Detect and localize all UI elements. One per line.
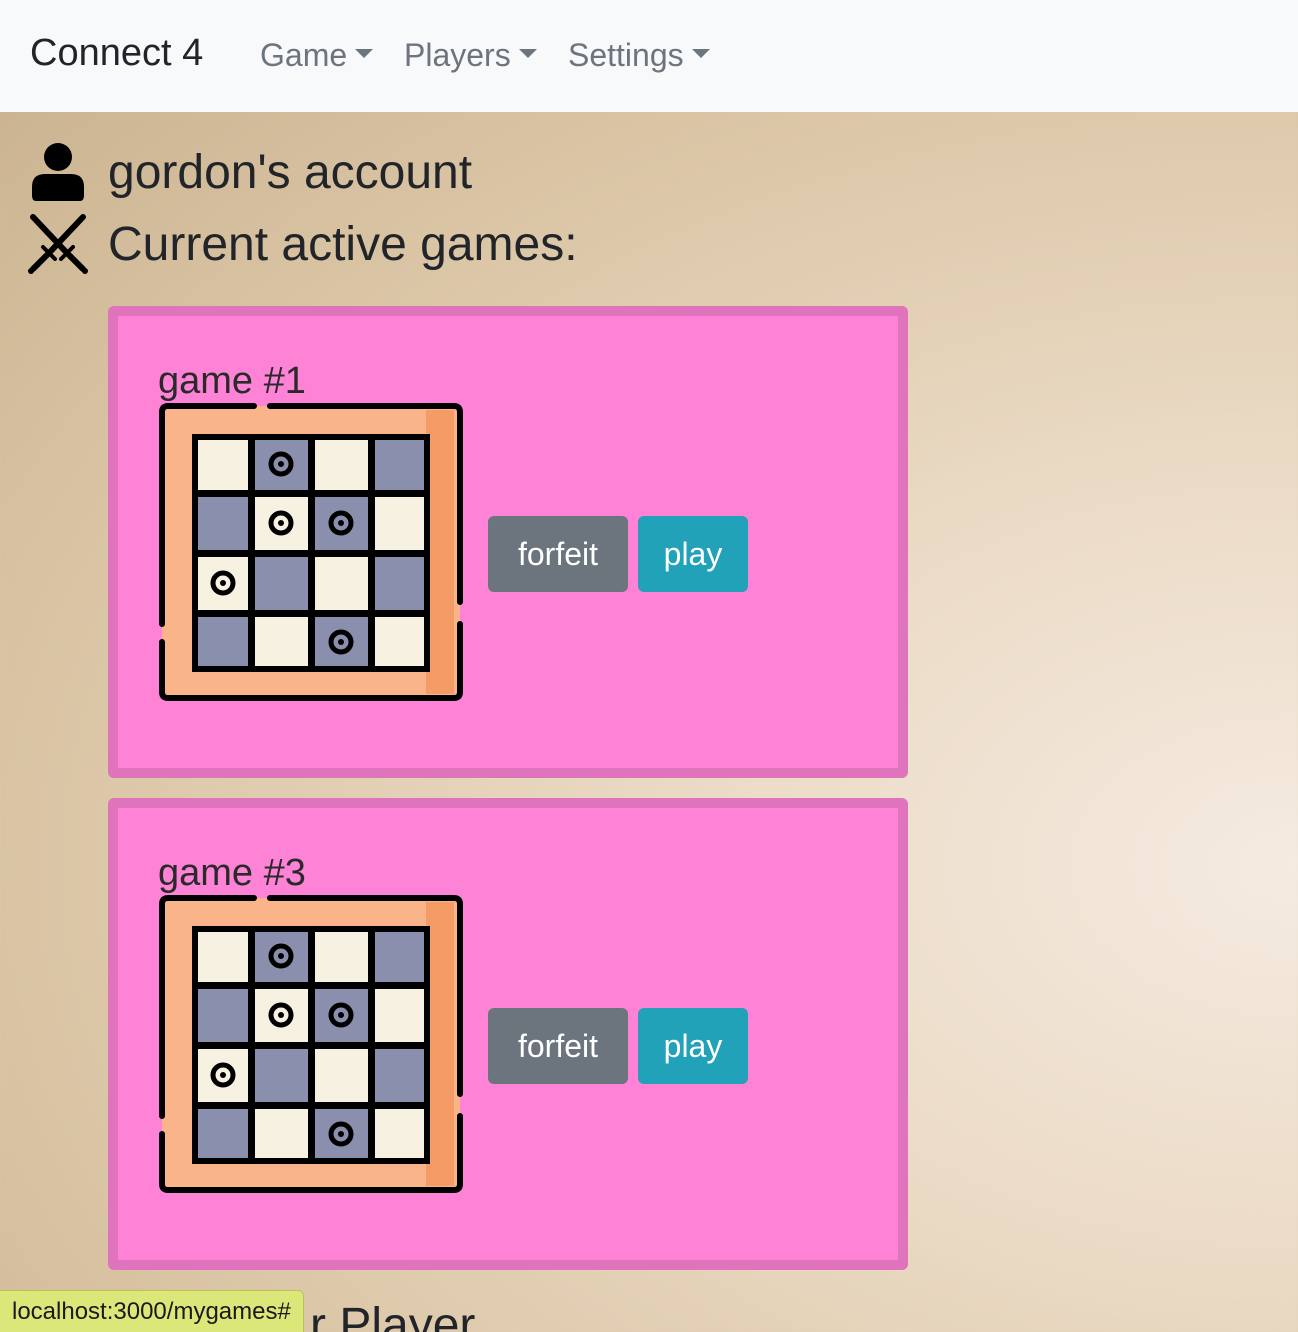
play-button[interactable]: play — [638, 1008, 748, 1084]
forfeit-button[interactable]: forfeit — [488, 1008, 628, 1084]
caret-down-icon — [518, 49, 537, 58]
user-icon — [26, 140, 90, 204]
game-title: game #3 — [158, 852, 306, 894]
nav-dropdown-settings[interactable]: Settings — [568, 37, 710, 74]
game-card: game #3 forfeit play — [108, 798, 908, 1270]
nav-dropdown-game[interactable]: Game — [260, 37, 374, 74]
game-card: game #1 forfeit play — [108, 306, 908, 778]
account-title: gordon's account — [108, 145, 473, 199]
board-icon — [158, 402, 464, 708]
forfeit-button[interactable]: forfeit — [488, 516, 628, 592]
board-icon — [158, 894, 464, 1200]
play-button[interactable]: play — [638, 516, 748, 592]
active-games-heading: Current active games: — [26, 212, 578, 276]
nav-dropdown-players[interactable]: Players — [404, 37, 537, 74]
nav-dropdown-label: Players — [404, 37, 511, 73]
caret-down-icon — [691, 49, 710, 58]
brand-link[interactable]: Connect 4 — [30, 32, 203, 75]
partial-heading: r Player — [310, 1299, 476, 1332]
active-games-title: Current active games: — [108, 217, 578, 271]
game-title: game #1 — [158, 360, 306, 402]
status-bar-url: localhost:3000/mygames# — [0, 1290, 304, 1332]
navbar: Connect 4 Game Players Settings — [0, 0, 1298, 112]
crossed-swords-icon — [26, 212, 90, 276]
nav-dropdown-label: Settings — [568, 37, 684, 73]
caret-down-icon — [355, 49, 374, 58]
account-heading: gordon's account — [26, 140, 472, 204]
nav-dropdown-label: Game — [260, 37, 348, 73]
